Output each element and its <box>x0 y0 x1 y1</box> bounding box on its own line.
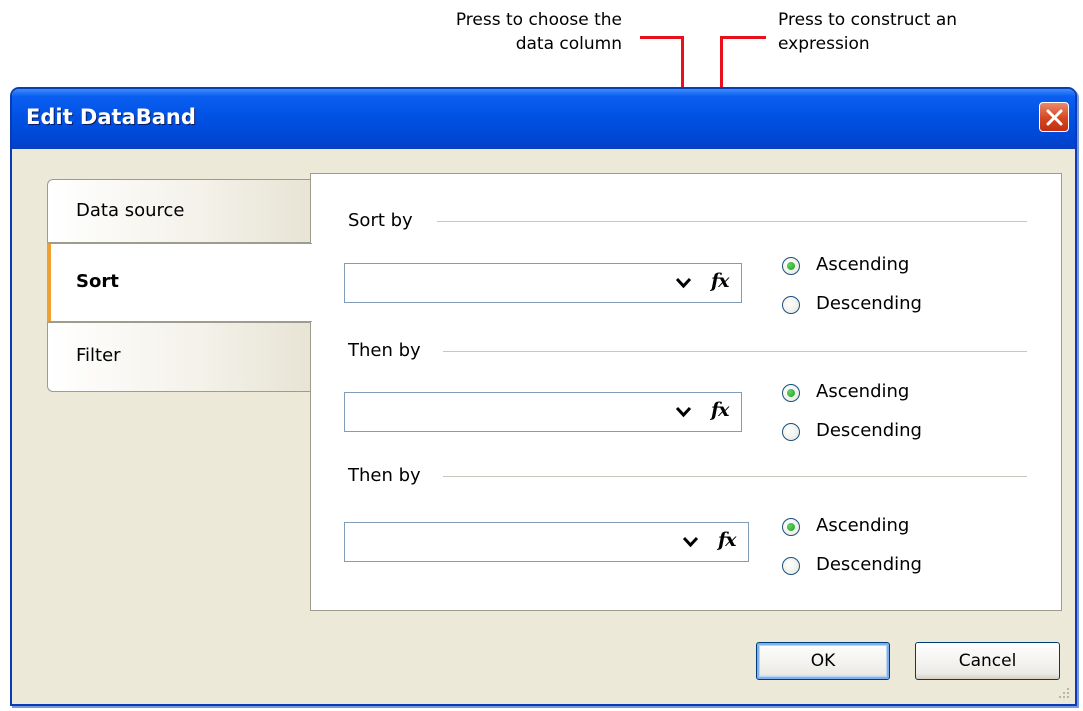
close-button[interactable] <box>1039 102 1069 132</box>
sort-by-label: Sort by <box>348 210 413 231</box>
expression-button[interactable]: fx <box>711 399 729 421</box>
radio-checked-icon <box>782 257 800 275</box>
section-separator <box>443 351 1027 352</box>
edit-databand-dialog: Edit DataBand Data source Sort Filter So… <box>10 87 1077 706</box>
close-x-icon <box>1046 109 1063 126</box>
then-by-label: Then by <box>348 465 421 486</box>
annotation-leader-line <box>640 36 684 39</box>
sort-column-combo[interactable]: fx <box>344 263 742 303</box>
chevron-down-icon[interactable] <box>675 405 692 418</box>
then-by-column-combo[interactable]: fx <box>344 392 742 432</box>
resize-grip-icon[interactable] <box>1057 686 1071 700</box>
dialog-title: Edit DataBand <box>26 105 196 129</box>
then-by-column-combo[interactable]: fx <box>344 522 749 562</box>
chevron-down-icon[interactable] <box>682 535 699 548</box>
annotation-choose-column: Press to choose the data column <box>455 10 622 54</box>
annotation-construct-expression: Press to construct an expression <box>778 10 958 54</box>
tab-filter[interactable]: Filter <box>47 322 312 392</box>
radio-checked-icon <box>782 384 800 402</box>
cancel-button[interactable]: Cancel <box>915 642 1060 680</box>
radio-checked-icon <box>782 518 800 536</box>
radio-unchecked-icon <box>782 423 800 441</box>
tab-label: Data source <box>76 200 185 221</box>
expression-button[interactable]: fx <box>718 529 736 551</box>
tab-data-source[interactable]: Data source <box>47 179 312 243</box>
sort-panel: Sort by fx Ascending Descending Then by … <box>310 173 1062 611</box>
radio-unchecked-icon <box>782 557 800 575</box>
tab-sort[interactable]: Sort <box>47 243 312 322</box>
section-separator <box>443 476 1027 477</box>
then-by-label: Then by <box>348 340 421 361</box>
annotation-leader-line <box>720 36 766 39</box>
expression-button[interactable]: fx <box>711 270 729 292</box>
chevron-down-icon[interactable] <box>675 276 692 289</box>
tab-label: Sort <box>76 271 119 292</box>
ok-button[interactable]: OK <box>756 642 890 680</box>
tab-label: Filter <box>76 345 121 366</box>
title-bar[interactable]: Edit DataBand <box>12 89 1075 149</box>
radio-unchecked-icon <box>782 296 800 314</box>
section-separator <box>437 221 1027 222</box>
